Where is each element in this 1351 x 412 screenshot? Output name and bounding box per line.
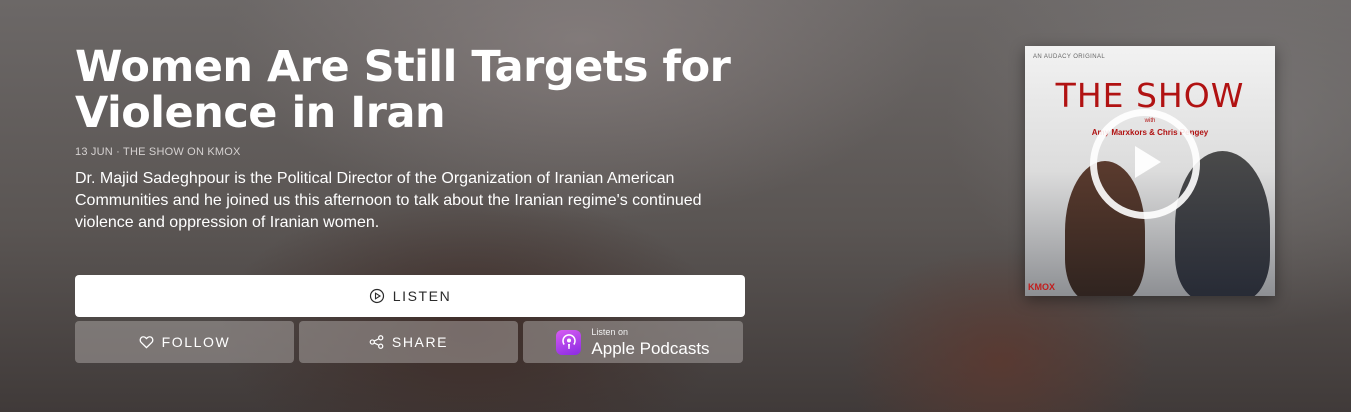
share-button[interactable]: SHARE [299,321,518,363]
episode-header: Women Are Still Targets for Violence in … [75,44,747,234]
heart-icon [139,335,154,349]
episode-title: Women Are Still Targets for Violence in … [75,42,731,138]
cover-play-button[interactable] [1090,109,1200,219]
apple-podcasts-icon [556,329,582,355]
listen-button[interactable]: LISTEN [75,275,745,317]
apple-podcasts-label: Apple Podcasts [591,338,710,358]
podcast-cover-art[interactable]: AN AUDACY ORIGINAL THE SHOW with Amy Mar… [1025,46,1275,296]
follow-label: FOLLOW [161,334,231,350]
action-row: FOLLOW SHARE Listen on Apple Podcasts [75,321,743,363]
play-circle-icon [369,288,385,304]
share-label: SHARE [391,334,449,350]
cover-station-logo: KMOX [1028,282,1055,292]
listen-label: LISTEN [392,288,452,304]
episode-meta: 13 JUN · THE SHOW ON KMOX [75,146,241,158]
share-icon [369,335,384,349]
play-icon [1121,138,1169,191]
follow-button[interactable]: FOLLOW [75,321,294,363]
cover-brand: AN AUDACY ORIGINAL [1033,54,1106,60]
apple-listen-on: Listen on [591,326,628,337]
episode-description: Dr. Majid Sadeghpour is the Political Di… [75,170,702,231]
apple-podcasts-button[interactable]: Listen on Apple Podcasts [523,321,743,363]
